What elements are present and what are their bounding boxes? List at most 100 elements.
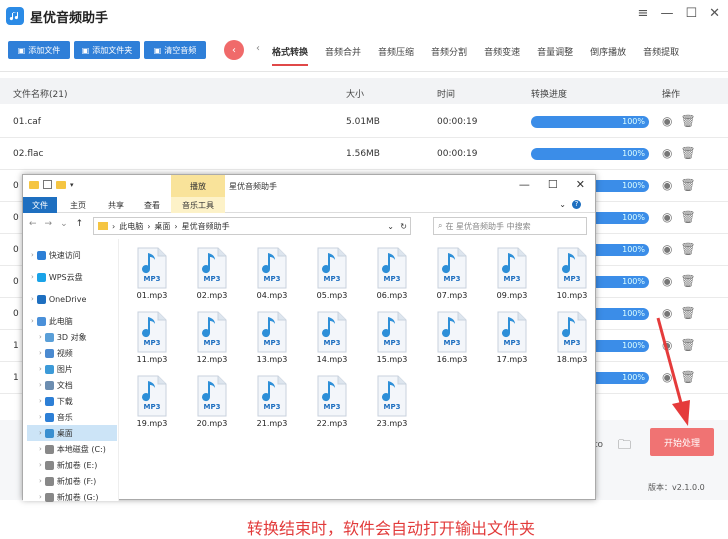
preview-eye-icon[interactable]: ◉ [662, 274, 672, 288]
nav-item[interactable]: › 音乐 [27, 409, 117, 425]
help-icon[interactable]: ? [572, 200, 581, 209]
expand-chevron-icon[interactable]: › [39, 413, 42, 421]
nav-item[interactable]: › 新加卷 (F:) [27, 473, 117, 489]
expand-chevron-icon[interactable]: › [31, 295, 34, 303]
nav-item[interactable]: › 新加卷 (G:) [27, 489, 117, 505]
ribbon-tab-share[interactable]: 共享 [99, 197, 133, 213]
nav-item[interactable]: › WPS云盘 [27, 269, 117, 285]
delete-trash-icon[interactable]: 🗑 [680, 242, 695, 256]
mp3-file[interactable]: MP3 07.mp3 [427, 247, 477, 313]
tab-reverse[interactable]: 倒序播放 [590, 45, 626, 58]
delete-trash-icon[interactable]: 🗑 [680, 274, 695, 288]
expand-chevron-icon[interactable]: › [31, 273, 34, 281]
search-box[interactable]: ⌕ 在 星优音频助手 中搜索 [433, 217, 587, 235]
delete-trash-icon[interactable]: 🗑 [680, 210, 695, 224]
nav-item[interactable]: › 本地磁盘 (C:) [27, 441, 117, 457]
preview-eye-icon[interactable]: ◉ [662, 306, 672, 320]
forward-icon[interactable]: → [45, 219, 53, 229]
expand-chevron-icon[interactable]: › [39, 365, 42, 373]
back-icon[interactable]: ← [29, 219, 37, 229]
ribbon-tab-music-tools[interactable]: 音乐工具 [171, 197, 225, 213]
breadcrumb-desktop[interactable]: 桌面 [154, 221, 170, 232]
nav-item[interactable]: › OneDrive [27, 291, 117, 307]
add-folder-button[interactable]: ▣ 添加文件夹 [74, 41, 140, 59]
mp3-file[interactable]: MP3 22.mp3 [307, 375, 357, 441]
mp3-file[interactable]: MP3 23.mp3 [367, 375, 417, 441]
address-bar[interactable]: › 此电脑 › 桌面 › 星优音频助手 ⌄ ↻ [93, 217, 411, 235]
mp3-file[interactable]: MP3 12.mp3 [187, 311, 237, 377]
expand-chevron-icon[interactable]: › [39, 381, 42, 389]
nav-item[interactable]: › 3D 对象 [27, 329, 117, 345]
expand-chevron-icon[interactable]: › [39, 333, 42, 341]
nav-item[interactable]: › 新加卷 (E:) [27, 457, 117, 473]
nav-item[interactable]: › 下载 [27, 393, 117, 409]
mp3-file[interactable]: MP3 01.mp3 [127, 247, 177, 313]
chevron-down-icon[interactable]: ⌄ [559, 200, 566, 209]
minimize-icon[interactable]: — [519, 178, 530, 191]
delete-trash-icon[interactable]: 🗑 [680, 146, 695, 160]
menu-icon[interactable]: ≡ [638, 6, 649, 21]
mp3-file[interactable]: MP3 11.mp3 [127, 311, 177, 377]
expand-chevron-icon[interactable]: › [39, 477, 42, 485]
preview-eye-icon[interactable]: ◉ [662, 146, 672, 160]
maximize-icon[interactable]: ☐ [548, 178, 558, 191]
mp3-file[interactable]: MP3 13.mp3 [247, 311, 297, 377]
expand-chevron-icon[interactable]: › [39, 445, 42, 453]
delete-trash-icon[interactable]: 🗑 [680, 370, 695, 384]
mp3-file[interactable]: MP3 16.mp3 [427, 311, 477, 377]
mp3-file[interactable]: MP3 17.mp3 [487, 311, 537, 377]
mp3-file[interactable]: MP3 06.mp3 [367, 247, 417, 313]
add-file-button[interactable]: ▣ 添加文件 [8, 41, 70, 59]
close-icon[interactable]: ✕ [709, 6, 720, 21]
nav-item[interactable]: › 视频 [27, 345, 117, 361]
mp3-file[interactable]: MP3 21.mp3 [247, 375, 297, 441]
ribbon-tab-file[interactable]: 文件 [23, 197, 57, 213]
expand-chevron-icon[interactable]: › [31, 317, 34, 325]
preview-eye-icon[interactable]: ◉ [662, 338, 672, 352]
checkbox-icon[interactable] [43, 180, 52, 189]
mp3-file[interactable]: MP3 18.mp3 [547, 311, 597, 377]
mp3-file[interactable]: MP3 05.mp3 [307, 247, 357, 313]
preview-eye-icon[interactable]: ◉ [662, 178, 672, 192]
tabs-scroll-left-icon[interactable]: ‹ [256, 43, 260, 54]
start-button[interactable]: 开始处理 [650, 428, 714, 456]
expand-chevron-icon[interactable]: › [39, 461, 42, 469]
preview-eye-icon[interactable]: ◉ [662, 114, 672, 128]
mp3-file[interactable]: MP3 15.mp3 [367, 311, 417, 377]
delete-trash-icon[interactable]: 🗑 [680, 114, 695, 128]
recent-dropdown-icon[interactable]: ⌄ [60, 219, 68, 229]
mp3-file[interactable]: MP3 19.mp3 [127, 375, 177, 441]
expand-chevron-icon[interactable]: › [39, 349, 42, 357]
table-row[interactable]: 01.caf 5.01MB 00:00:19 100% ◉ 🗑 [0, 106, 728, 138]
tab-audio-split[interactable]: 音频分割 [431, 45, 467, 58]
expand-chevron-icon[interactable]: › [39, 397, 42, 405]
mp3-file[interactable]: MP3 02.mp3 [187, 247, 237, 313]
ribbon-tab-view[interactable]: 查看 [135, 197, 169, 213]
tab-extract[interactable]: 音频提取 [643, 45, 679, 58]
breadcrumb-this-pc[interactable]: 此电脑 [119, 221, 143, 232]
delete-trash-icon[interactable]: 🗑 [680, 178, 695, 192]
preview-eye-icon[interactable]: ◉ [662, 242, 672, 256]
minimize-icon[interactable]: — [660, 6, 673, 21]
close-icon[interactable]: ✕ [576, 178, 585, 191]
nav-item[interactable]: › 快速访问 [27, 247, 117, 263]
maximize-icon[interactable]: ☐ [685, 6, 697, 21]
tab-audio-merge[interactable]: 音频合并 [325, 45, 361, 58]
tab-audio-speed[interactable]: 音频变速 [484, 45, 520, 58]
clear-button[interactable]: ▣ 清空音频 [144, 41, 206, 59]
ribbon-tab-home[interactable]: 主页 [61, 197, 95, 213]
mp3-file[interactable]: MP3 10.mp3 [547, 247, 597, 313]
address-dropdown-icon[interactable]: ⌄ [387, 222, 394, 231]
breadcrumb-folder[interactable]: 星优音频助手 [182, 221, 230, 232]
mp3-file[interactable]: MP3 14.mp3 [307, 311, 357, 377]
nav-item[interactable]: › 图片 [27, 361, 117, 377]
refresh-icon[interactable]: ↻ [400, 222, 407, 231]
mp3-file[interactable]: MP3 20.mp3 [187, 375, 237, 441]
mp3-file[interactable]: MP3 04.mp3 [247, 247, 297, 313]
preview-eye-icon[interactable]: ◉ [662, 210, 672, 224]
tab-format-convert[interactable]: 格式转换 [272, 45, 309, 66]
preview-eye-icon[interactable]: ◉ [662, 370, 672, 384]
collapse-button[interactable]: ‹ [224, 40, 244, 60]
dropdown-icon[interactable]: ▾ [70, 181, 74, 189]
nav-item[interactable]: › 文档 [27, 377, 117, 393]
